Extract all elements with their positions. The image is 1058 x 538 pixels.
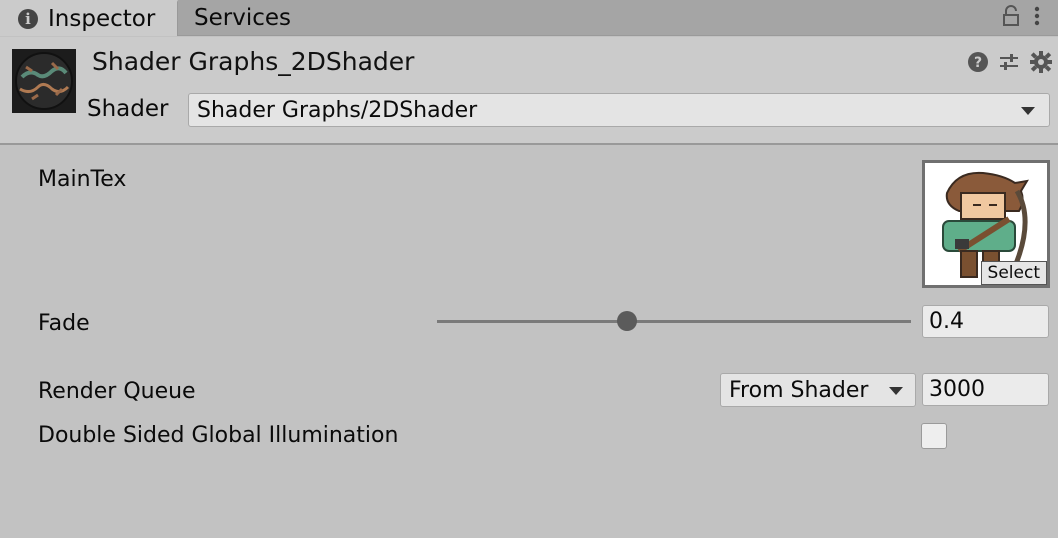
chevron-down-icon <box>1021 107 1035 115</box>
tab-services[interactable]: Services <box>194 0 291 36</box>
material-preview-thumbnail <box>12 49 76 113</box>
preset-sliders-icon[interactable] <box>998 51 1020 77</box>
tab-inspector[interactable]: i Inspector <box>0 0 178 36</box>
render-queue-label: Render Queue <box>38 379 196 404</box>
texture-select-button[interactable]: Select <box>980 261 1047 285</box>
maintex-texture-slot[interactable]: Select <box>922 160 1050 288</box>
svg-text:?: ? <box>974 55 982 71</box>
fade-value-field[interactable]: 0.4 <box>922 305 1049 338</box>
tab-bar: i Inspector Services <box>0 0 1058 36</box>
kebab-menu-icon[interactable] <box>1034 5 1040 31</box>
fade-slider-handle[interactable] <box>616 311 637 331</box>
info-icon: i <box>18 9 38 29</box>
gear-icon[interactable] <box>1030 51 1052 77</box>
shader-dropdown[interactable]: Shader Graphs/2DShader <box>188 93 1050 127</box>
lock-icon[interactable] <box>1002 5 1020 31</box>
shader-dropdown-value: Shader Graphs/2DShader <box>197 97 478 123</box>
inspector-header: Shader Graphs_2DShader ? Shader Shader G… <box>0 37 1058 145</box>
help-icon[interactable]: ? <box>968 52 988 76</box>
render-queue-value-field[interactable]: 3000 <box>922 373 1049 406</box>
maintex-label: MainTex <box>38 167 127 192</box>
render-queue-mode-value: From Shader <box>729 377 869 403</box>
fade-slider-track[interactable] <box>437 320 911 323</box>
double-sided-gi-label: Double Sided Global Illumination <box>38 423 399 448</box>
render-queue-mode-dropdown[interactable]: From Shader <box>720 373 916 407</box>
tab-services-label: Services <box>194 5 291 31</box>
material-title: Shader Graphs_2DShader <box>92 47 415 76</box>
fade-label: Fade <box>38 311 90 336</box>
chevron-down-icon <box>889 387 903 395</box>
tab-inspector-label: Inspector <box>48 6 156 32</box>
double-sided-gi-checkbox[interactable] <box>921 423 947 449</box>
shader-label: Shader <box>87 96 169 122</box>
